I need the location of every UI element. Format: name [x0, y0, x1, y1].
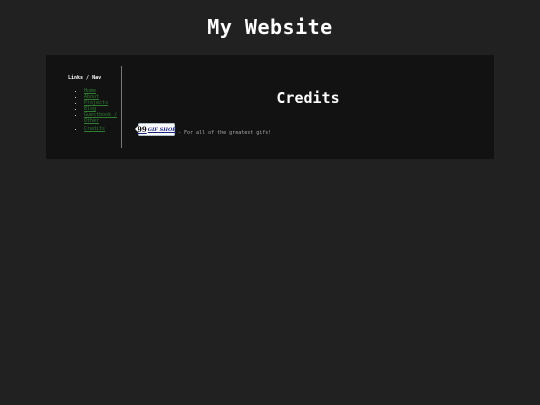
content-title: Credits — [276, 89, 340, 107]
nav-link-guestbook[interactable]: Guestbook / Other — [84, 112, 117, 124]
badge-label: GIF SHOP — [147, 126, 177, 133]
nav-list: Home About Projects Blog Guestbook / Oth… — [76, 88, 124, 132]
gif-shop-badge[interactable]: 99 GIF SHOP — [135, 123, 177, 136]
nav-item-credits: Credits — [84, 126, 124, 132]
credit-description: - For all of the greatest gifs! — [178, 130, 272, 136]
nav-item-guestbook: Guestbook / Other — [84, 112, 124, 124]
badge-number: 99 — [136, 125, 147, 134]
sidebar-nav: Links / Nav Home About Projects Blog Gue… — [46, 55, 122, 159]
nav-link-credits[interactable]: Credits — [84, 126, 105, 132]
credit-entry: 99 GIF SHOP - For all of the greatest gi… — [135, 122, 272, 137]
nav-heading: Links / Nav — [68, 75, 102, 81]
site-title: My Website — [207, 15, 333, 39]
badge-arrow-icon — [135, 126, 138, 132]
main-container: Links / Nav Home About Projects Blog Gue… — [46, 55, 494, 159]
